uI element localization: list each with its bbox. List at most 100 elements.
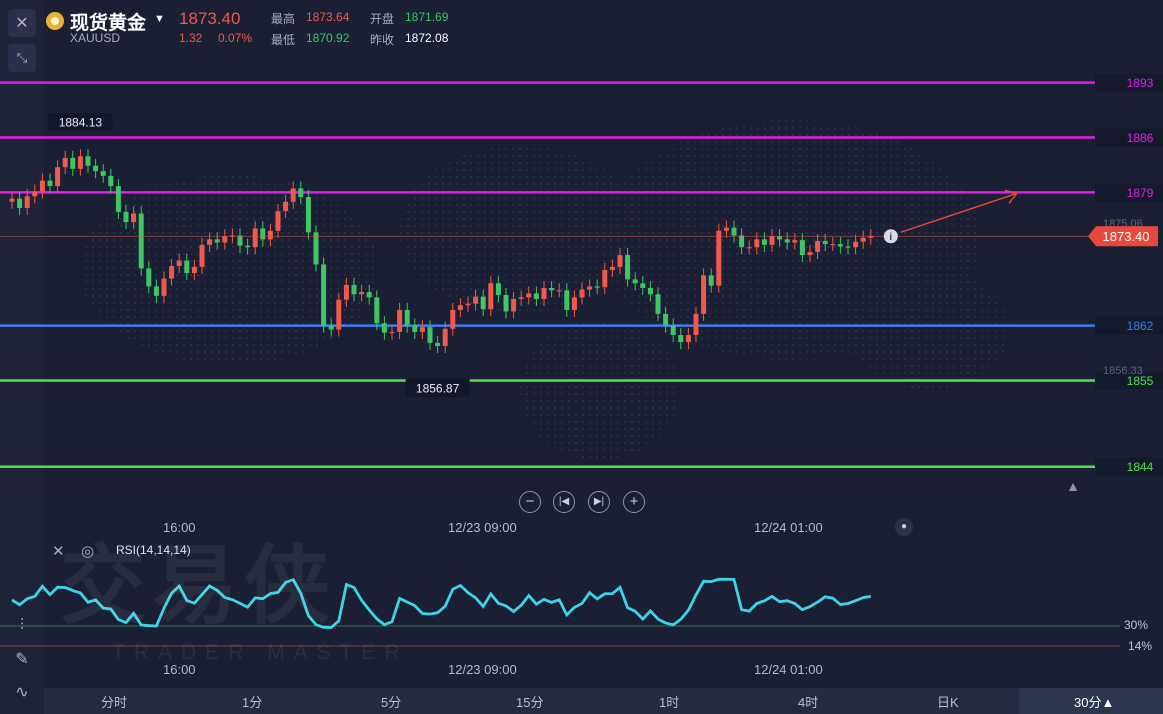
candle-body [670,325,676,336]
candle-body [199,244,205,267]
candle-body [526,293,532,298]
candle-body [860,237,866,242]
forecast-arrow [900,192,1018,233]
settings-dot-icon[interactable]: ● [895,518,913,536]
candle-body [450,309,456,329]
candle-body [283,201,289,212]
candle-type-icon[interactable]: ⫶ [8,612,36,640]
candle-body [214,239,220,243]
candle-body [336,299,342,330]
price-change-percent: 0.07% [218,31,253,45]
candle-body [663,313,669,326]
candle-body [389,331,395,334]
candle-body [792,240,798,243]
tab-timeframe-30m[interactable]: 30分▲ [1074,692,1114,711]
world-map-background [80,120,1010,460]
tab-timeframe-1m[interactable]: 1分 [242,692,262,711]
level-label-bg [1095,316,1163,335]
scroll-start-button[interactable]: |◀ [553,491,575,513]
collapse-icon[interactable]: ⤡ [8,44,36,72]
rsi-settings-icon[interactable]: ◎ [81,542,94,560]
quote-header: 现货黄金 ▼ XAUUSD 1873.40 1.32 0.07% 最高 1873… [44,0,1163,52]
candle-body [237,235,243,246]
chevron-down-icon[interactable]: ▼ [154,13,165,25]
candle-body [397,309,403,332]
low-value: 1870.92 [306,31,350,45]
level-label: 1879 [1127,186,1154,200]
rsi-level-30: 30% [1124,618,1149,632]
candle-body [207,239,213,245]
level-label-bg [1095,457,1163,476]
candle-body [267,230,273,240]
tab-timeframe-day[interactable]: 日K [937,692,959,711]
scroll-end-button[interactable]: ▶| [588,491,610,513]
candle-body [457,305,463,310]
candle-body [693,313,699,336]
candle-body [321,264,327,326]
zoom-in-button[interactable]: + [623,491,645,513]
candle-body [381,323,387,333]
candle-body [777,236,783,240]
level-label-bg [1095,183,1163,202]
alert-bell-icon[interactable]: ▲ [1064,478,1082,496]
candle-body [442,328,448,346]
candle-body [503,295,509,312]
candle-body [427,327,433,343]
x-tick-lower-1: 16:00 [163,662,196,677]
candle-body [511,298,517,312]
gold-coin-icon [46,12,64,30]
close-icon[interactable]: ✕ [8,9,36,37]
rsi-close-icon[interactable]: ✕ [52,542,65,560]
level-label: 1844 [1127,460,1154,474]
x-tick-upper-1: 16:00 [163,520,196,535]
tab-timeframe-4h[interactable]: 4时 [798,692,818,711]
candle-body [571,297,577,310]
open-value: 1871.69 [405,10,449,24]
candle-body [708,275,714,286]
candle-body [480,296,486,310]
candle-body [784,239,790,243]
indicator-icon[interactable]: ∿ [8,678,36,706]
price-change: 1.32 [179,31,203,45]
candle-body [549,287,555,291]
candle-body [359,291,365,295]
tab-timeframe-1h[interactable]: 1时 [659,692,679,711]
candle-body [275,211,281,231]
candle-body [655,294,661,314]
candle-body [77,156,83,169]
candle-body [70,157,76,169]
price-callout-bg [405,378,470,397]
candle-body [564,290,570,310]
level-label-bg [1095,371,1163,390]
x-tick-lower-3: 12/24 01:00 [754,662,823,677]
candle-body [807,251,813,256]
candle-body [290,188,296,202]
candle-body [184,260,190,274]
level-label: 1886 [1127,131,1154,145]
candle-body [435,342,441,346]
candle-body [822,240,828,245]
candle-body [115,186,121,212]
candle-body [632,279,638,284]
candle-body [313,232,319,265]
tab-timeframe-5m[interactable]: 5分 [381,692,401,711]
info-icon [883,229,898,244]
zoom-out-button[interactable]: − [519,491,541,513]
candle-body [495,283,501,296]
left-toolbar: ✕ ⤡ ⫶ ✎ ∿ [0,0,44,714]
candle-body [229,235,235,237]
candle-body [131,213,137,223]
price-callout-label: 1856.87 [416,381,460,395]
candle-body [473,296,479,304]
tab-timeframe-15m[interactable]: 15分 [516,692,543,711]
y-tick-label: 1875.06 [1103,218,1143,230]
level-label-bg [1095,128,1163,147]
candle-body [108,175,114,187]
candle-body [85,156,91,166]
high-value: 1873.64 [306,10,350,24]
prev-close-value: 1872.08 [405,31,449,45]
candle-body [404,309,410,326]
candle-body [579,289,585,298]
draw-pen-icon[interactable]: ✎ [8,645,36,673]
tab-timeframe-tick[interactable]: 分时 [101,692,127,711]
